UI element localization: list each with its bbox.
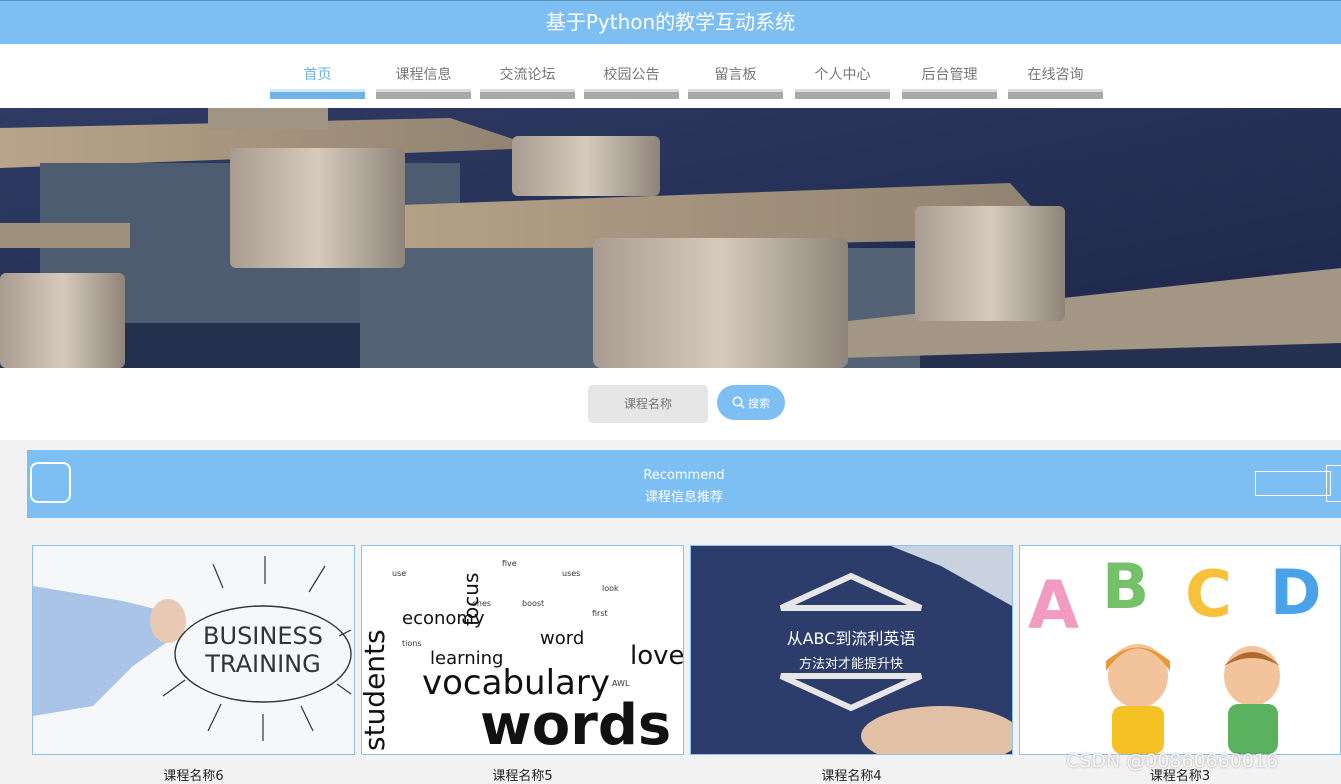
nav-underline	[270, 89, 365, 99]
course-name: 课程名称4	[821, 769, 882, 784]
search-button-label: 搜索	[748, 396, 770, 410]
nav-item-home[interactable]: 首页	[270, 44, 365, 100]
course-card[interactable]: A B C D 课程名称3	[1019, 545, 1341, 784]
nav-label: 课程信息	[395, 67, 452, 83]
svg-text:use: use	[392, 569, 406, 578]
site-title: 基于Python的教学互动系统	[545, 10, 796, 34]
nav-label: 后台管理	[921, 67, 978, 83]
abc-kids-illustration: A B C D	[1020, 546, 1340, 754]
nav-underline	[584, 89, 679, 99]
nav-underline	[902, 89, 997, 99]
nav-item-courses[interactable]: 课程信息	[376, 44, 471, 100]
decorative-frame-right	[1255, 471, 1331, 496]
svg-text:uses: uses	[562, 569, 580, 578]
course-name: 课程名称6	[163, 769, 224, 784]
nav-label: 留言板	[714, 67, 757, 83]
classroom-desks-image	[0, 108, 1341, 368]
course-image: 从ABC到流利英语 方法对才能提升快	[690, 545, 1013, 755]
image-text-7: word	[540, 628, 584, 649]
image-text-2: B	[1102, 550, 1149, 623]
nav-underline	[480, 89, 575, 99]
hero-banner	[0, 108, 1341, 368]
recommend-title-en: Recommend	[643, 468, 725, 483]
search-icon	[732, 396, 745, 409]
nav-label: 个人中心	[814, 67, 871, 83]
nav-label: 校园公告	[603, 67, 660, 83]
course-image: A B C D	[1019, 545, 1341, 755]
nav-underline	[1008, 89, 1103, 99]
course-card[interactable]: vocabulary words learning economy studen…	[361, 545, 684, 784]
image-text-3: learning	[430, 648, 503, 669]
svg-text:five: five	[502, 559, 517, 568]
image-text-6: love	[630, 641, 683, 671]
course-image: vocabulary words learning economy studen…	[361, 545, 684, 755]
main-nav: 首页 课程信息 交流论坛 校园公告 留言板 个人中心 后台管理 在线咨询	[0, 44, 1341, 108]
nav-item-message-board[interactable]: 留言板	[688, 44, 783, 100]
image-text-1: BUSINESS	[203, 622, 323, 650]
svg-text:first: first	[592, 609, 608, 618]
svg-text:ones: ones	[472, 599, 491, 608]
nav-item-personal-center[interactable]: 个人中心	[795, 44, 890, 100]
nav-label: 交流论坛	[499, 67, 556, 83]
image-text-2: 方法对才能提升快	[799, 656, 903, 672]
svg-text:tions: tions	[402, 639, 422, 648]
image-text-2: words	[480, 693, 671, 754]
course-card[interactable]: 从ABC到流利英语 方法对才能提升快 课程名称4	[690, 545, 1013, 784]
image-text-1: A	[1028, 567, 1079, 644]
course-image: BUSINESS TRAINING	[32, 545, 355, 755]
image-text-3: C	[1185, 558, 1232, 632]
decorative-frame-right-inner	[1326, 465, 1341, 502]
image-text-2: TRAINING	[204, 650, 320, 678]
course-card[interactable]: BUSINESS TRAINING 课程名称6	[32, 545, 355, 784]
nav-item-forum[interactable]: 交流论坛	[480, 44, 575, 100]
course-name-search-input[interactable]	[588, 385, 708, 423]
nav-label: 首页	[303, 67, 332, 83]
svg-text:look: look	[602, 584, 619, 593]
course-name: 课程名称5	[492, 769, 553, 784]
nav-item-online-consult[interactable]: 在线咨询	[1008, 44, 1103, 100]
nav-underline	[688, 89, 783, 99]
image-text-4: D	[1270, 556, 1321, 629]
csdn-watermark: CSDN @00860660016	[1066, 750, 1279, 772]
svg-text:AWL: AWL	[612, 679, 630, 688]
word-cloud-illustration: vocabulary words learning economy studen…	[362, 546, 683, 754]
nav-item-announcements[interactable]: 校园公告	[584, 44, 679, 100]
recommend-title-cn: 课程信息推荐	[644, 490, 723, 505]
business-training-illustration: BUSINESS TRAINING	[33, 546, 354, 754]
image-text-1: 从ABC到流利英语	[787, 629, 916, 648]
nav-item-admin[interactable]: 后台管理	[902, 44, 997, 100]
english-learning-illustration: 从ABC到流利英语 方法对才能提升快	[691, 546, 1012, 754]
site-header: 基于Python的教学互动系统	[0, 0, 1341, 44]
svg-text:boost: boost	[522, 599, 544, 608]
nav-label: 在线咨询	[1027, 67, 1084, 83]
search-area: 搜索	[0, 368, 1341, 440]
nav-underline	[795, 89, 890, 99]
search-button[interactable]: 搜索	[717, 385, 785, 420]
image-text-5: students	[362, 629, 391, 751]
nav-underline	[376, 89, 471, 99]
recommend-header: Recommend 课程信息推荐	[27, 450, 1341, 518]
